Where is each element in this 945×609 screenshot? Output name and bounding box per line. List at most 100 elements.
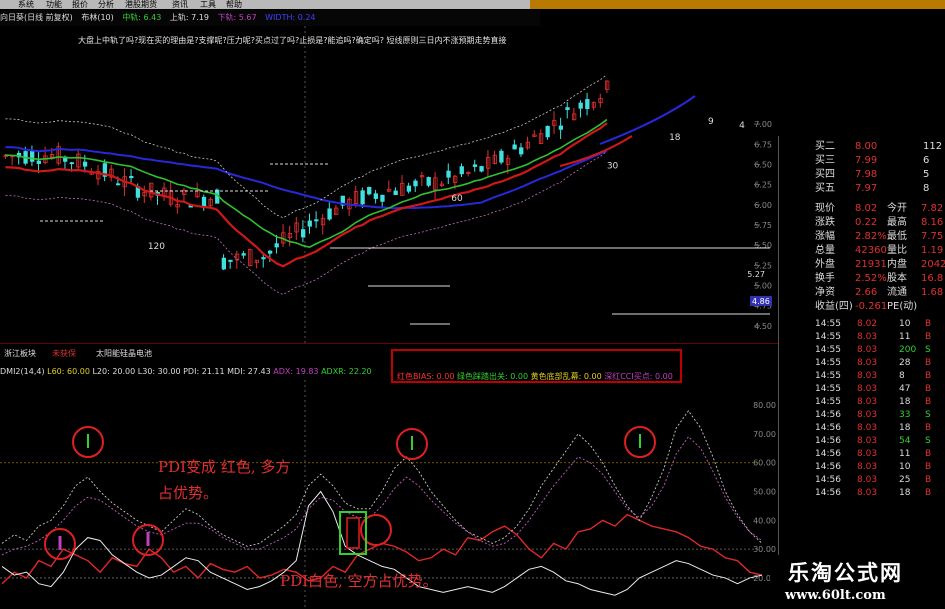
candle-body	[274, 243, 279, 248]
tick-row: 14:55 8.03 28 B	[815, 357, 945, 370]
tick-row: 14:55 8.02 10 B	[815, 318, 945, 331]
tick-row: 14:55 8.03 18 B	[815, 396, 945, 409]
tick-price: 8.03	[857, 423, 878, 433]
menu-item-quote[interactable]: 报价	[72, 0, 88, 9]
tick-direction: B	[925, 449, 932, 459]
watermark-url: www.60lt.com	[785, 588, 886, 603]
candle-body	[512, 144, 517, 150]
menu-item-tools[interactable]: 工具	[200, 0, 216, 9]
tick-price: 8.03	[857, 488, 878, 498]
tick-direction: S	[925, 410, 931, 420]
tick-volume: 25	[899, 475, 911, 485]
quote-row: 买二 8.00 112	[815, 140, 945, 154]
annotation-pdi-white: PDI白色, 空方占优势。	[280, 572, 438, 590]
bid-label: 买二	[815, 141, 835, 152]
tick-price: 8.03	[857, 475, 878, 485]
candle-body	[115, 183, 121, 186]
quote-row: 净资 2.66 流通 1.68	[815, 286, 945, 300]
stat-label: 内盘	[887, 259, 907, 270]
candle-body	[201, 196, 207, 207]
tick-time: 14:55	[815, 332, 841, 342]
ma-period-label: 9	[708, 117, 714, 127]
candle-body	[261, 257, 266, 260]
tick-time: 14:56	[815, 436, 841, 446]
right-price-label: 5.27	[747, 270, 765, 279]
sector-tags: 浙江板块 未获保 太阳能硅晶电池	[0, 348, 300, 360]
sector-tag[interactable]: 浙江板块	[4, 348, 36, 359]
candle-body	[69, 162, 74, 165]
stat-label: 涨幅	[815, 231, 835, 242]
candle-body	[393, 190, 398, 196]
tick-price: 8.03	[857, 436, 878, 446]
dmi-name: DMI2(14,4)	[0, 367, 45, 376]
candle-body	[446, 170, 451, 178]
l60-value: L60: 60.00	[47, 367, 90, 376]
menu-item-system[interactable]: 系统	[18, 0, 34, 9]
menu-item-help[interactable]: 帮助	[226, 0, 242, 9]
highlight-rect-inner	[346, 517, 360, 549]
price-chart[interactable]: 7.006.756.506.256.005.755.505.255.004.75…	[0, 26, 778, 344]
stat-label: 现价	[815, 203, 835, 214]
bid-price: 8.00	[855, 141, 878, 152]
tick-direction: B	[925, 475, 932, 485]
candle-body	[479, 166, 484, 172]
tick-price: 8.03	[857, 410, 878, 420]
stat-label: 最高	[887, 217, 907, 228]
candle-body	[380, 194, 385, 202]
bid-price: 7.98	[855, 169, 878, 180]
ma-blue-extension	[599, 95, 696, 145]
candle-body	[36, 160, 41, 164]
tick-volume: 8	[899, 371, 905, 381]
panel-divider	[0, 343, 778, 344]
menu-item-function[interactable]: 功能	[46, 0, 62, 9]
stat-value: 2.82%	[855, 231, 887, 242]
quote-panel: 买二 8.00 112 买三 7.99 6 买四 7.98 5 买五 7.97 8 现价 8.02 今开 7.…	[778, 136, 945, 609]
bid-price: 7.99	[855, 155, 878, 166]
stat-value: 2.66	[855, 287, 878, 298]
tick-volume: 18	[899, 397, 911, 407]
menu-item-news[interactable]: 资讯	[172, 0, 188, 9]
stat-value: 0.22	[855, 217, 878, 228]
tick-time: 14:55	[815, 345, 841, 355]
ma-period-label: 60	[451, 194, 463, 204]
tick-time: 14:55	[815, 384, 841, 394]
candle-body	[578, 102, 583, 109]
stat-label: 今开	[887, 203, 907, 214]
candle-body	[82, 161, 88, 167]
adxr-value: ADXR: 22.20	[321, 367, 372, 376]
bid-label: 买五	[815, 183, 835, 194]
stat-label: 股本	[887, 273, 907, 284]
menu-item-analysis[interactable]: 分析	[98, 0, 114, 9]
ma-green-line	[5, 118, 608, 249]
candle-body	[406, 185, 412, 192]
stat-value: 42360	[855, 245, 887, 256]
tick-volume: 10	[899, 462, 911, 472]
candle-body	[585, 99, 590, 110]
tick-row: 14:56 8.03 25 B	[815, 474, 945, 487]
ma-period-label: 18	[669, 133, 681, 143]
sector-tag[interactable]: 太阳能硅晶电池	[96, 348, 152, 359]
tick-row: 14:55 8.03 11 B	[815, 331, 945, 344]
stat-label: 流通	[887, 287, 907, 298]
quote-row: 买四 7.98 5	[815, 168, 945, 182]
candle-body	[314, 219, 319, 222]
bid-volume: 112	[923, 141, 943, 152]
candle-body	[241, 253, 246, 256]
tick-price: 8.03	[857, 358, 878, 368]
tick-volume: 54	[899, 436, 911, 446]
y-tick-label: 80.00	[753, 401, 776, 410]
sector-tag[interactable]: 未获保	[52, 348, 76, 359]
watermark-title: 乐淘公式网	[788, 560, 903, 585]
stat-label: 量比	[887, 245, 907, 256]
tick-time: 14:56	[815, 488, 841, 498]
menu-item-hk-futures[interactable]: 港股期货	[125, 0, 157, 9]
candle-body	[267, 250, 273, 254]
title-bar-accent	[530, 0, 945, 9]
stat-value: 8.16	[921, 217, 944, 228]
stat-label: 外盘	[815, 259, 835, 270]
stat-value: 21931	[855, 259, 887, 270]
bid-volume: 6	[923, 155, 930, 166]
stat-label: 换手	[815, 273, 835, 284]
tick-volume: 18	[899, 488, 911, 498]
tick-price: 8.03	[857, 449, 878, 459]
